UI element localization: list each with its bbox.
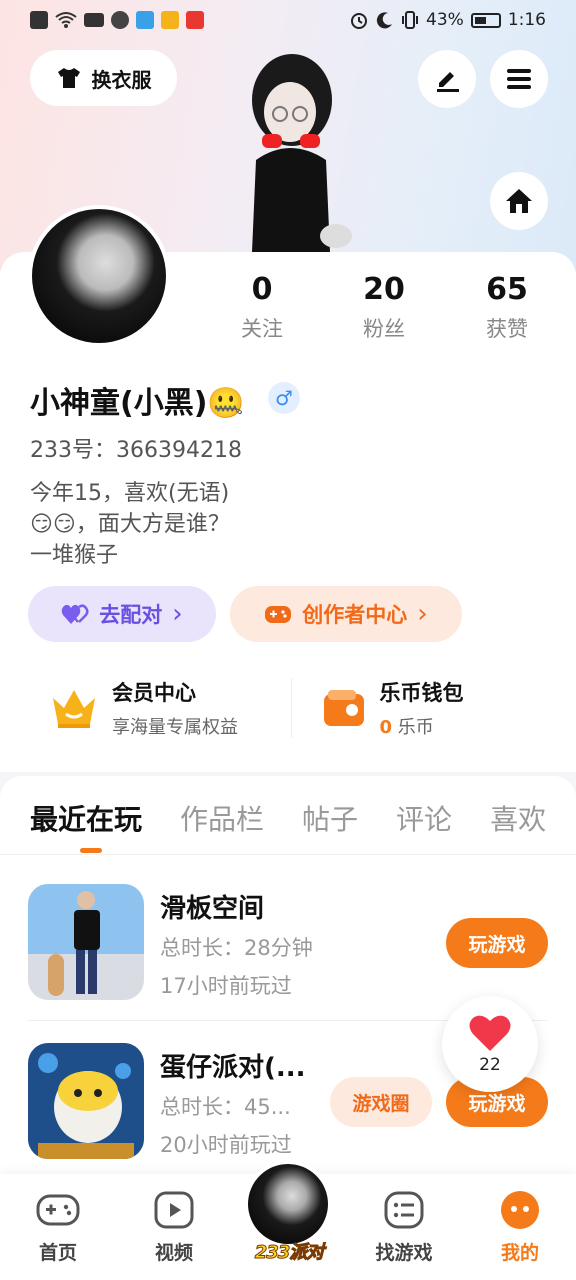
active-tab-indicator	[80, 848, 102, 853]
double-heart-icon	[62, 604, 89, 624]
game-last-played: 20小时前玩过	[160, 1133, 292, 1157]
nav-home[interactable]: 首页	[8, 1190, 108, 1265]
stat-likes-value: 65	[486, 272, 528, 307]
nav-video[interactable]: 视频	[124, 1190, 224, 1265]
gamepad-icon	[265, 606, 292, 623]
like-count: 22	[479, 1055, 501, 1075]
nav-find-game-label: 找游戏	[375, 1242, 433, 1264]
wallet-title: 乐币钱包	[379, 681, 464, 705]
divider	[0, 854, 576, 855]
wallet-icon	[323, 690, 364, 726]
wechat-icon	[111, 11, 129, 29]
stat-following-label: 关注	[241, 317, 283, 341]
game-row[interactable]: 滑板空间 总时长：28分钟 17小时前玩过 玩游戏	[28, 884, 548, 1002]
nav-party-logo: 233派对	[254, 1242, 325, 1264]
stat-fans-value: 20	[363, 272, 405, 307]
status-bar: 43% 1:16	[0, 0, 576, 40]
change-outfit-button[interactable]: 换衣服	[30, 50, 177, 106]
nav-video-label: 视频	[154, 1242, 193, 1264]
battery-percent: 43%	[426, 10, 464, 30]
like-floating-button[interactable]: 22	[442, 996, 538, 1092]
wifi-icon	[55, 12, 77, 28]
list-icon	[384, 1191, 424, 1229]
tab-works[interactable]: 作品栏	[180, 798, 264, 838]
pencil-icon	[437, 72, 459, 92]
member-center-entry[interactable]: 会员中心 享海量专属权益	[14, 664, 291, 752]
creator-center-button[interactable]: 创作者中心 ›	[230, 586, 462, 642]
tab-recently-played[interactable]: 最近在玩	[30, 798, 142, 838]
book-app-icon	[136, 11, 154, 29]
alert-icon	[30, 11, 48, 29]
game-duration: 总时长：45...	[160, 1095, 291, 1119]
gamepad-icon	[36, 1194, 80, 1226]
game-name: 滑板空间	[160, 894, 265, 924]
gender-male-icon: ♂	[268, 382, 300, 414]
skateboard-game-image	[28, 884, 144, 1000]
play-game-button[interactable]: 玩游戏	[446, 918, 548, 968]
eggy-party-game-image	[28, 1043, 144, 1159]
video-camera-icon	[84, 13, 104, 27]
nav-home-label: 首页	[38, 1242, 77, 1264]
stat-following[interactable]: 0 关注	[202, 272, 322, 343]
stat-likes[interactable]: 65 获赞	[447, 272, 567, 343]
go-match-button[interactable]: 去配对 ›	[28, 586, 216, 642]
battery-icon	[470, 12, 501, 28]
crown-icon	[53, 690, 95, 728]
house-icon	[506, 189, 532, 213]
wallet-balance: 0	[379, 717, 393, 738]
go-match-label: 去配对	[99, 603, 163, 627]
game-thumbnail[interactable]	[28, 884, 144, 1000]
wallet-entry[interactable]: 乐币钱包 0 乐币	[292, 664, 563, 752]
menu-button[interactable]	[490, 50, 548, 108]
nav-find-game[interactable]: 找游戏	[354, 1190, 454, 1265]
user-bio: 今年15，喜欢(无语) 😏😏，面大方是谁？ 一堆猴子	[30, 481, 230, 568]
app-icon	[186, 11, 204, 29]
app-icon	[161, 11, 179, 29]
nav-mine-label: 我的	[500, 1242, 539, 1264]
wallet-unit: 乐币	[397, 717, 434, 738]
tab-likes[interactable]: 喜欢	[490, 798, 546, 838]
tab-comments[interactable]: 评论	[396, 798, 452, 838]
heart-icon	[469, 1015, 511, 1051]
moon-icon	[376, 12, 393, 29]
clock: 1:16	[507, 10, 546, 30]
nav-mine[interactable]: 我的	[470, 1190, 570, 1265]
profile-avatar[interactable]	[28, 205, 170, 347]
stat-fans[interactable]: 20 粉丝	[324, 272, 444, 343]
member-center-title: 会员中心	[112, 681, 196, 705]
stat-following-value: 0	[251, 272, 273, 307]
vibrate-icon	[402, 11, 419, 29]
alarm-icon	[351, 13, 368, 29]
stat-fans-label: 粉丝	[363, 317, 405, 341]
avatar-character-figure[interactable]	[226, 40, 356, 252]
game-duration: 总时长：28分钟	[160, 936, 313, 960]
user-id[interactable]: 233号：366394218	[30, 432, 242, 464]
tab-posts[interactable]: 帖子	[302, 798, 358, 838]
menu-icon	[507, 69, 531, 89]
edit-button[interactable]	[418, 50, 476, 108]
video-play-icon	[154, 1191, 194, 1229]
game-circle-button[interactable]: 游戏圈	[330, 1077, 432, 1127]
vip-wallet-card: 会员中心 享海量专属权益 乐币钱包 0 乐币	[14, 664, 562, 752]
home-room-button[interactable]	[490, 172, 548, 230]
tab-bar: 最近在玩 作品栏 帖子 评论 喜欢	[30, 798, 546, 838]
change-outfit-label: 换衣服	[91, 67, 152, 92]
chevron-right-icon: ›	[172, 599, 183, 629]
game-name: 蛋仔派对(...	[160, 1053, 306, 1083]
game-last-played: 17小时前玩过	[160, 974, 292, 998]
game-thumbnail[interactable]	[28, 1043, 144, 1159]
creator-center-label: 创作者中心	[302, 603, 408, 627]
chevron-right-icon: ›	[417, 599, 428, 629]
member-center-subtitle: 享海量专属权益	[112, 717, 238, 738]
tshirt-icon	[57, 68, 80, 88]
username: 小神童(小黑)🤐	[30, 386, 245, 421]
profile-face-icon	[501, 1191, 539, 1229]
stat-likes-label: 获赞	[486, 317, 528, 341]
nav-party-center-button[interactable]	[244, 1160, 332, 1248]
